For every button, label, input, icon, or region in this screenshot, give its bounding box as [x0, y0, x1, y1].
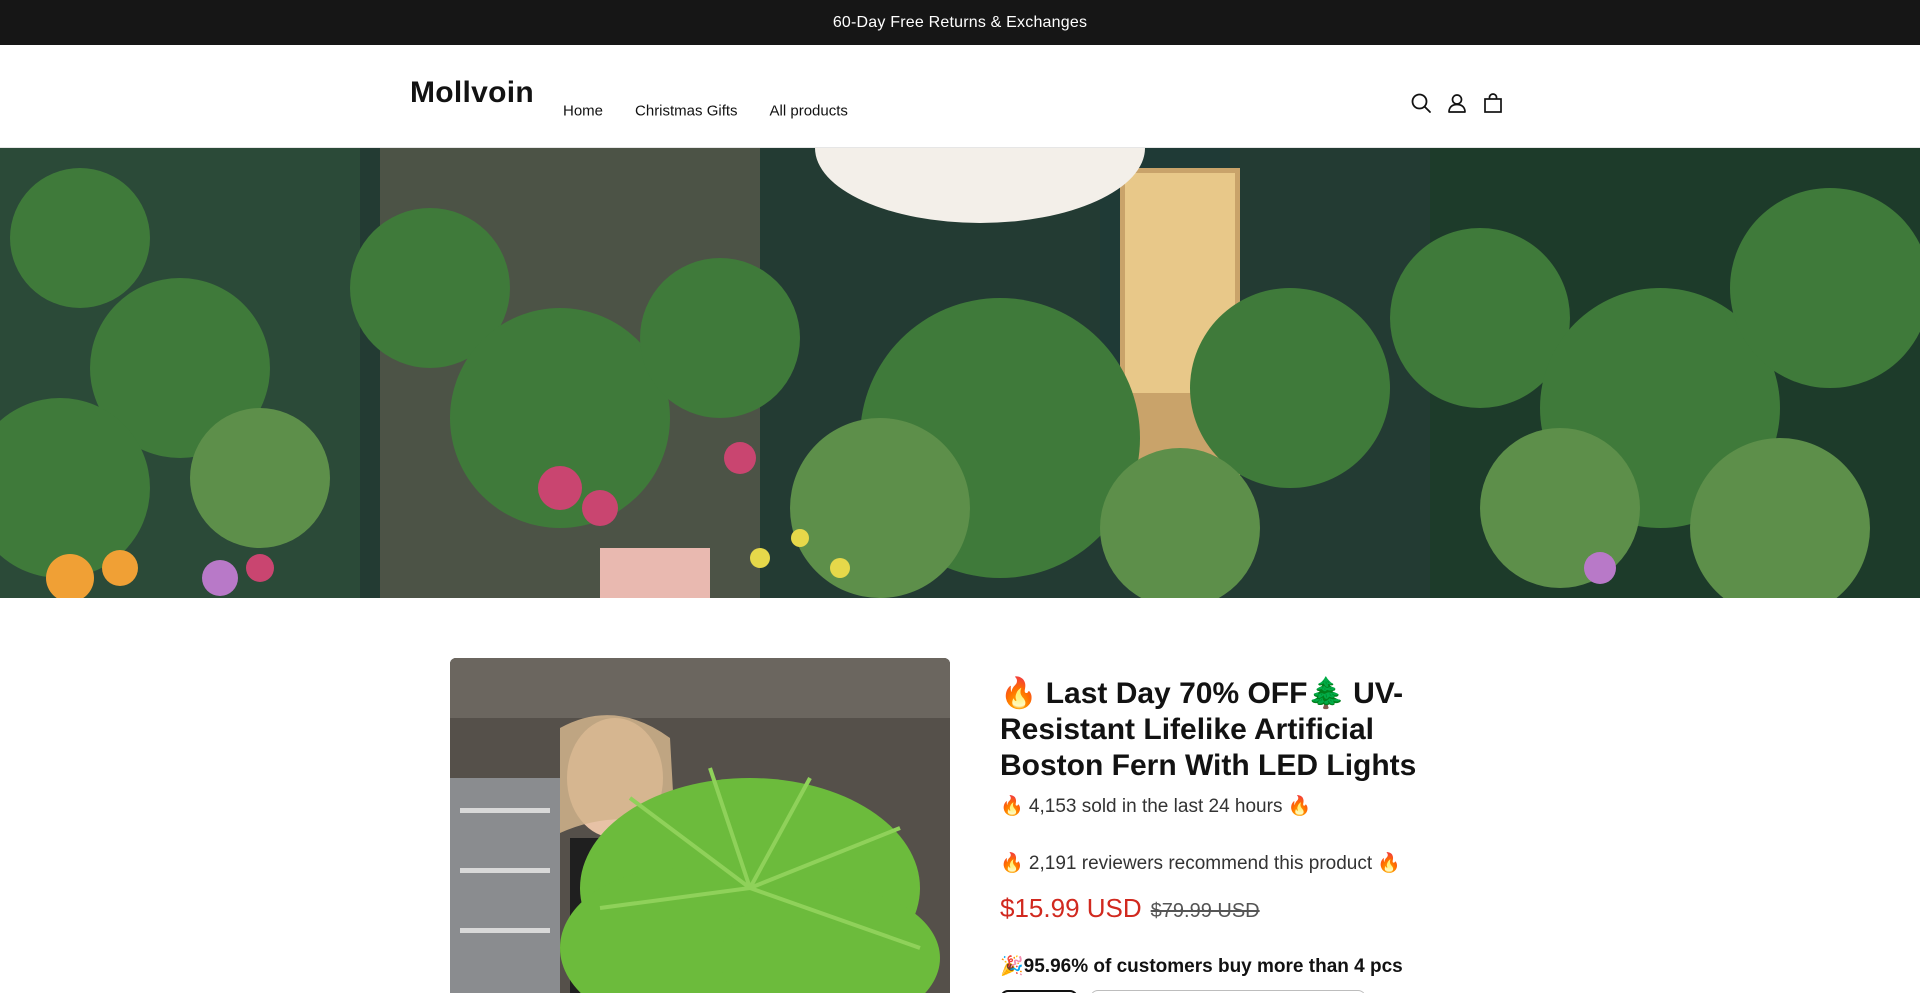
account-icon[interactable]: [1446, 92, 1468, 114]
announcement-text: 60-Day Free Returns & Exchanges: [832, 13, 1088, 31]
site-header: Mollvoin Home Christmas Gifts All produc…: [0, 45, 1920, 148]
promo-text: 🎉95.96% of customers buy more than 4 pcs: [1000, 956, 1403, 977]
compare-at-price: $79.99 USD: [1150, 900, 1260, 922]
hero-banner-image: [0, 148, 1920, 598]
site-logo[interactable]: Mollvoin: [410, 76, 534, 110]
reviewers-text: 🔥 2,191 reviewers recommend this product…: [1000, 853, 1402, 874]
nav-christmas-gifts[interactable]: Christmas Gifts: [635, 103, 738, 120]
header-icons: [1410, 92, 1504, 114]
nav-all-products[interactable]: All products: [770, 103, 848, 120]
cart-icon[interactable]: [1482, 92, 1504, 114]
sale-price: $15.99 USD: [1000, 893, 1142, 923]
sold-count-text: 🔥 4,153 sold in the last 24 hours 🔥: [1000, 796, 1312, 817]
announcement-bar: 60-Day Free Returns & Exchanges: [0, 0, 1920, 45]
flower-shop-illustration: [0, 148, 1920, 598]
search-icon[interactable]: [1410, 92, 1432, 114]
price-row: $15.99 USD $79.99 USD: [1000, 893, 1460, 924]
nav-home[interactable]: Home: [563, 103, 603, 120]
product-photo[interactable]: [450, 658, 950, 993]
product-info: 🔥 Last Day 70% OFF🌲 UV-Resistant Lifelik…: [1000, 676, 1460, 993]
fern-product-image: [450, 658, 950, 993]
main-nav: Home Christmas Gifts All products: [563, 103, 880, 120]
product-title: 🔥 Last Day 70% OFF🌲 UV-Resistant Lifelik…: [1000, 677, 1417, 782]
